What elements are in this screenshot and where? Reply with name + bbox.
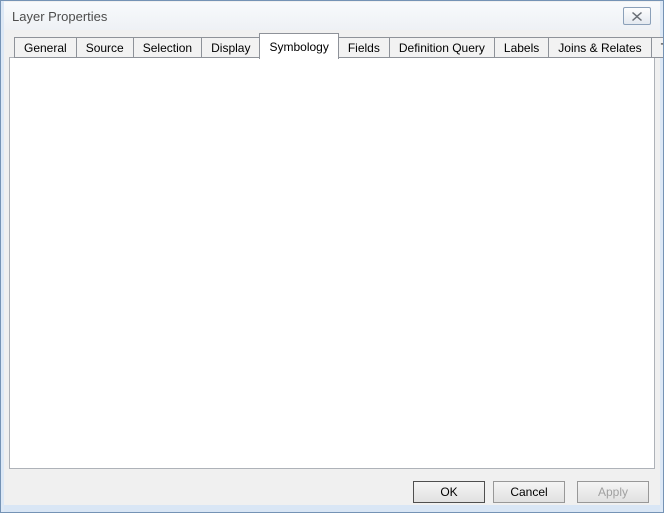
tab-strip: General Source Selection Display Symbolo… [14, 32, 664, 58]
tab-definition-query[interactable]: Definition Query [389, 37, 494, 58]
ok-button[interactable]: OK [413, 481, 485, 503]
tab-selection[interactable]: Selection [133, 37, 201, 58]
title-bar: Layer Properties [4, 2, 660, 30]
close-icon [632, 12, 642, 21]
tab-symbology[interactable]: Symbology [259, 33, 338, 59]
tab-fields[interactable]: Fields [339, 37, 389, 58]
symbology-tab-page [9, 57, 655, 469]
tab-general[interactable]: General [14, 37, 76, 58]
close-button[interactable] [623, 7, 651, 25]
tab-labels[interactable]: Labels [494, 37, 548, 58]
tab-display[interactable]: Display [201, 37, 259, 58]
cancel-button[interactable]: Cancel [493, 481, 565, 503]
tab-source[interactable]: Source [76, 37, 133, 58]
layer-properties-dialog: Layer Properties General Source Selectio… [0, 0, 664, 513]
tab-time[interactable]: Time [651, 37, 664, 58]
apply-button: Apply [577, 481, 649, 503]
tab-joins-relates[interactable]: Joins & Relates [548, 37, 650, 58]
window-title: Layer Properties [12, 9, 107, 24]
